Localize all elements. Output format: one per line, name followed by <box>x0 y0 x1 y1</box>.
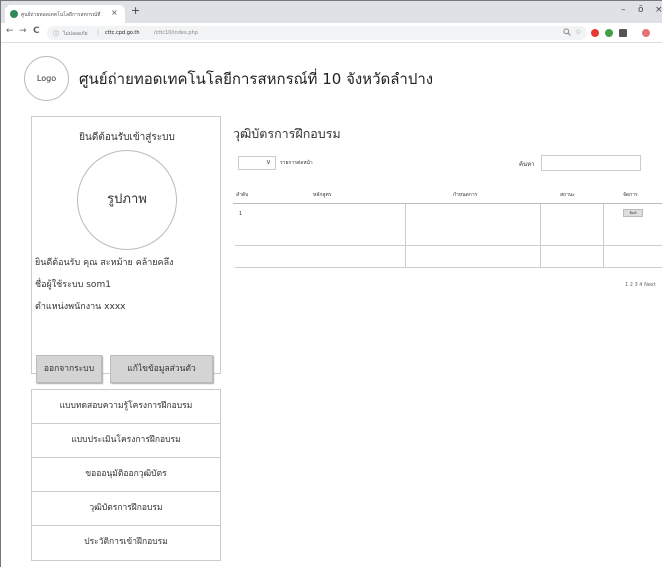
column-divider <box>603 204 604 268</box>
zoom-icon[interactable] <box>563 28 571 38</box>
profile-photo: รูปภาพ <box>77 150 177 250</box>
window-close-icon[interactable]: × <box>655 5 662 15</box>
column-header-schedule[interactable]: กำหนดการ <box>453 191 477 199</box>
tab-strip: ศูนย์ถ่ายทอดเทคโนโลยีการสหกรณ์ที่ 10 × +… <box>1 1 662 23</box>
pagination[interactable]: 1 2 3 4 Next <box>625 282 656 288</box>
new-tab-icon[interactable]: + <box>131 4 140 17</box>
url-separator: | <box>97 29 100 36</box>
certificate-table: ลำดับ หลักสูตร กำหนดการ สถานะ จัดการ 1 พ… <box>233 184 662 268</box>
row-number: 1 <box>239 211 243 217</box>
extension-dark-icon[interactable] <box>619 29 627 37</box>
per-page-label: รายการต่อหน้า <box>280 160 313 166</box>
url-path: /cttc10/index.php <box>154 30 198 36</box>
profile-avatar-icon[interactable] <box>642 29 650 37</box>
greeting-text: ยินดีต้อนรับ คุณ สะหม้าย คล้ายคลึง <box>35 258 174 268</box>
menu-item-training-history[interactable]: ประวัติการเข้าฝึกอบรม <box>32 526 220 560</box>
bookmark-star-icon[interactable]: ☆ <box>575 28 581 36</box>
menu-item-evaluation[interactable]: แบบประเมินโครงการฝึกอบรม <box>32 424 220 458</box>
reload-icon[interactable]: C <box>33 26 40 36</box>
site-favicon-icon <box>10 10 18 18</box>
back-icon[interactable]: ← <box>6 26 14 36</box>
extension-green-icon[interactable] <box>605 29 613 37</box>
url-domain: cttc.cpd.go.th <box>105 30 140 36</box>
logout-button[interactable]: ออกจากระบบ <box>36 355 102 383</box>
column-header-status[interactable]: สถานะ <box>560 191 575 199</box>
search-label: ค้นหา <box>519 161 535 168</box>
tab-title: ศูนย์ถ่ายทอดเทคโนโลยีการสหกรณ์ที่ 10 <box>21 12 103 18</box>
column-header-course[interactable]: หลักสูตร <box>313 191 331 199</box>
menu-item-certificates[interactable]: วุฒิบัตรการฝึกอบรม <box>32 492 220 526</box>
welcome-heading: ยินดีต้อนรับเข้าสู่ระบบ <box>79 132 175 143</box>
print-certificate-button[interactable]: พิมพ์ <box>623 209 643 217</box>
column-divider <box>405 204 406 268</box>
position-text: ตำแหน่งพนักงาน xxxx <box>35 302 126 312</box>
forward-icon[interactable]: → <box>19 26 27 36</box>
row-divider <box>235 245 662 246</box>
column-header-no[interactable]: ลำดับ <box>236 191 248 199</box>
menu-item-request-certificate[interactable]: ขอออนุมัติออกวุฒิบัตร <box>32 458 220 492</box>
browser-window: ศูนย์ถ่ายทอดเทคโนโลยีการสหกรณ์ที่ 10 × +… <box>0 0 662 567</box>
edit-profile-button[interactable]: แก้ไขข้อมูลส่วนตัว <box>110 355 213 383</box>
per-page-select[interactable]: ∨ <box>238 156 276 170</box>
maximize-icon[interactable]: ō <box>638 5 644 15</box>
side-menu: แบบทดสอบความรู้โครงการฝึกอบรม แบบประเมิน… <box>31 389 221 561</box>
security-label: ไม่ปลอดภัย <box>63 31 88 37</box>
info-icon[interactable]: ⓘ <box>53 29 59 38</box>
browser-toolbar: ← → C ⓘ ไม่ปลอดภัย | cttc.cpd.go.th /ctt… <box>1 23 662 43</box>
row-divider <box>235 267 662 268</box>
username-text: ชื่อผู้ใช้ระบบ som1 <box>35 280 111 290</box>
column-header-action[interactable]: จัดการ <box>623 191 638 199</box>
column-divider <box>540 204 541 268</box>
site-title: ศูนย์ถ่ายทอดเทคโนโลยีการสหกรณ์ที่ 10 จัง… <box>79 70 434 88</box>
address-bar[interactable]: ⓘ ไม่ปลอดภัย | cttc.cpd.go.th /cttc10/in… <box>47 26 587 40</box>
tab-close-icon[interactable]: × <box>111 8 118 17</box>
search-input[interactable] <box>541 155 641 171</box>
menu-item-knowledge-test[interactable]: แบบทดสอบความรู้โครงการฝึกอบรม <box>32 390 220 424</box>
browser-tab[interactable]: ศูนย์ถ่ายทอดเทคโนโลยีการสหกรณ์ที่ 10 × <box>5 5 125 23</box>
minimize-icon[interactable]: – <box>621 5 626 15</box>
site-logo[interactable]: Logo <box>24 56 69 101</box>
extension-red-icon[interactable] <box>591 29 599 37</box>
profile-panel: ยินดีต้อนรับเข้าสู่ระบบ รูปภาพ ยินดีต้อน… <box>31 116 221 383</box>
table-header-row: ลำดับ หลักสูตร กำหนดการ สถานะ จัดการ <box>233 184 662 204</box>
page-title: วุฒิบัตรการฝึกอบรม <box>233 126 341 141</box>
chevron-down-icon: ∨ <box>265 158 271 166</box>
